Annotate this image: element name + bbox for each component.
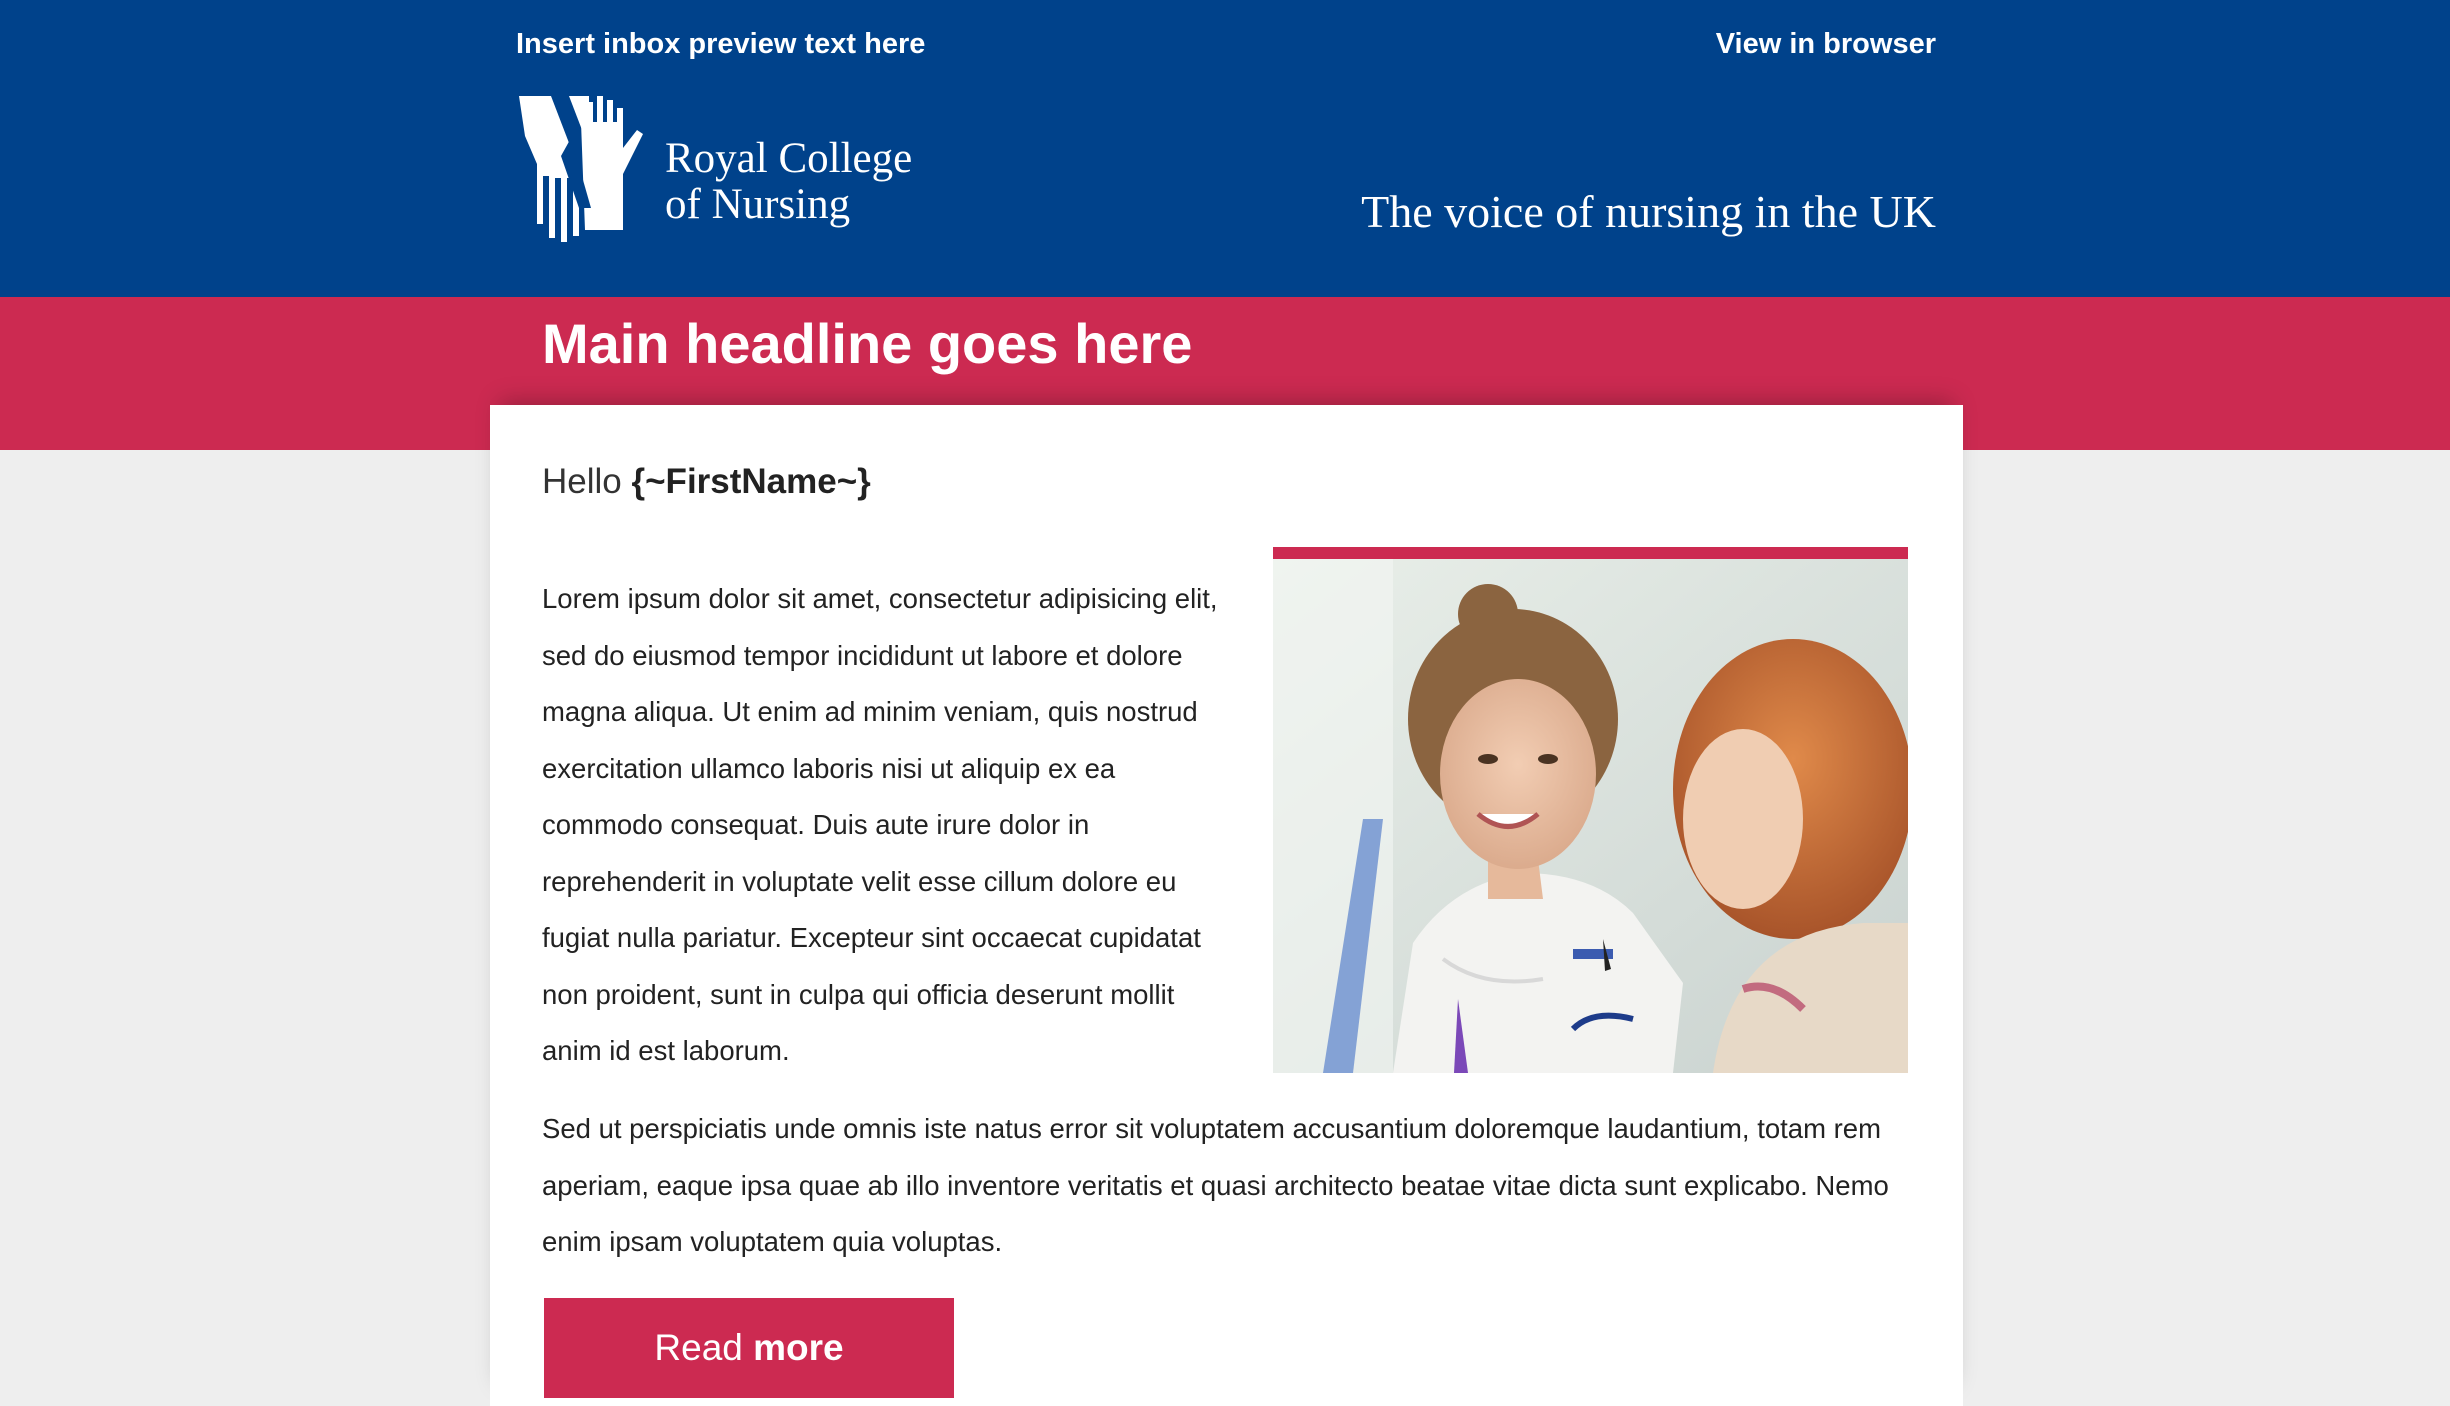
view-in-browser-link[interactable]: View in browser (1716, 26, 1936, 62)
nurse-and-child-photo (1273, 559, 1908, 1073)
body-paragraph-2: Sed ut perspiciatis unde omnis iste natu… (542, 1113, 1889, 1257)
header-band (0, 0, 2450, 297)
logo-wordmark: Royal College of Nursing (665, 136, 912, 228)
inbox-preview-text: Insert inbox preview text here (516, 28, 926, 60)
article-photo (1273, 547, 1908, 1073)
read-more-button[interactable]: Read more (544, 1298, 954, 1398)
content-card: Hello {~FirstName~} Lorem ipsum dolor si… (490, 405, 1963, 1406)
logo-line-2: of Nursing (665, 181, 851, 228)
greeting: Hello {~FirstName~} (542, 460, 871, 504)
greeting-prefix: Hello (542, 462, 622, 501)
read-more-label-bold: more (753, 1327, 844, 1368)
photo-accent-bar (1273, 547, 1908, 559)
greeting-first-name: {~FirstName~} (631, 462, 871, 501)
hands-logo-icon (519, 96, 643, 242)
body-paragraph-1: Lorem ipsum dolor sit amet, consectetur … (542, 583, 1218, 1066)
logo-line-1: Royal College (665, 135, 913, 182)
main-headline: Main headline goes here (542, 312, 1193, 375)
tagline: The voice of nursing in the UK (1361, 186, 1936, 237)
rcn-logo[interactable]: Royal College of Nursing (515, 92, 915, 242)
read-more-label: Read (654, 1327, 743, 1368)
